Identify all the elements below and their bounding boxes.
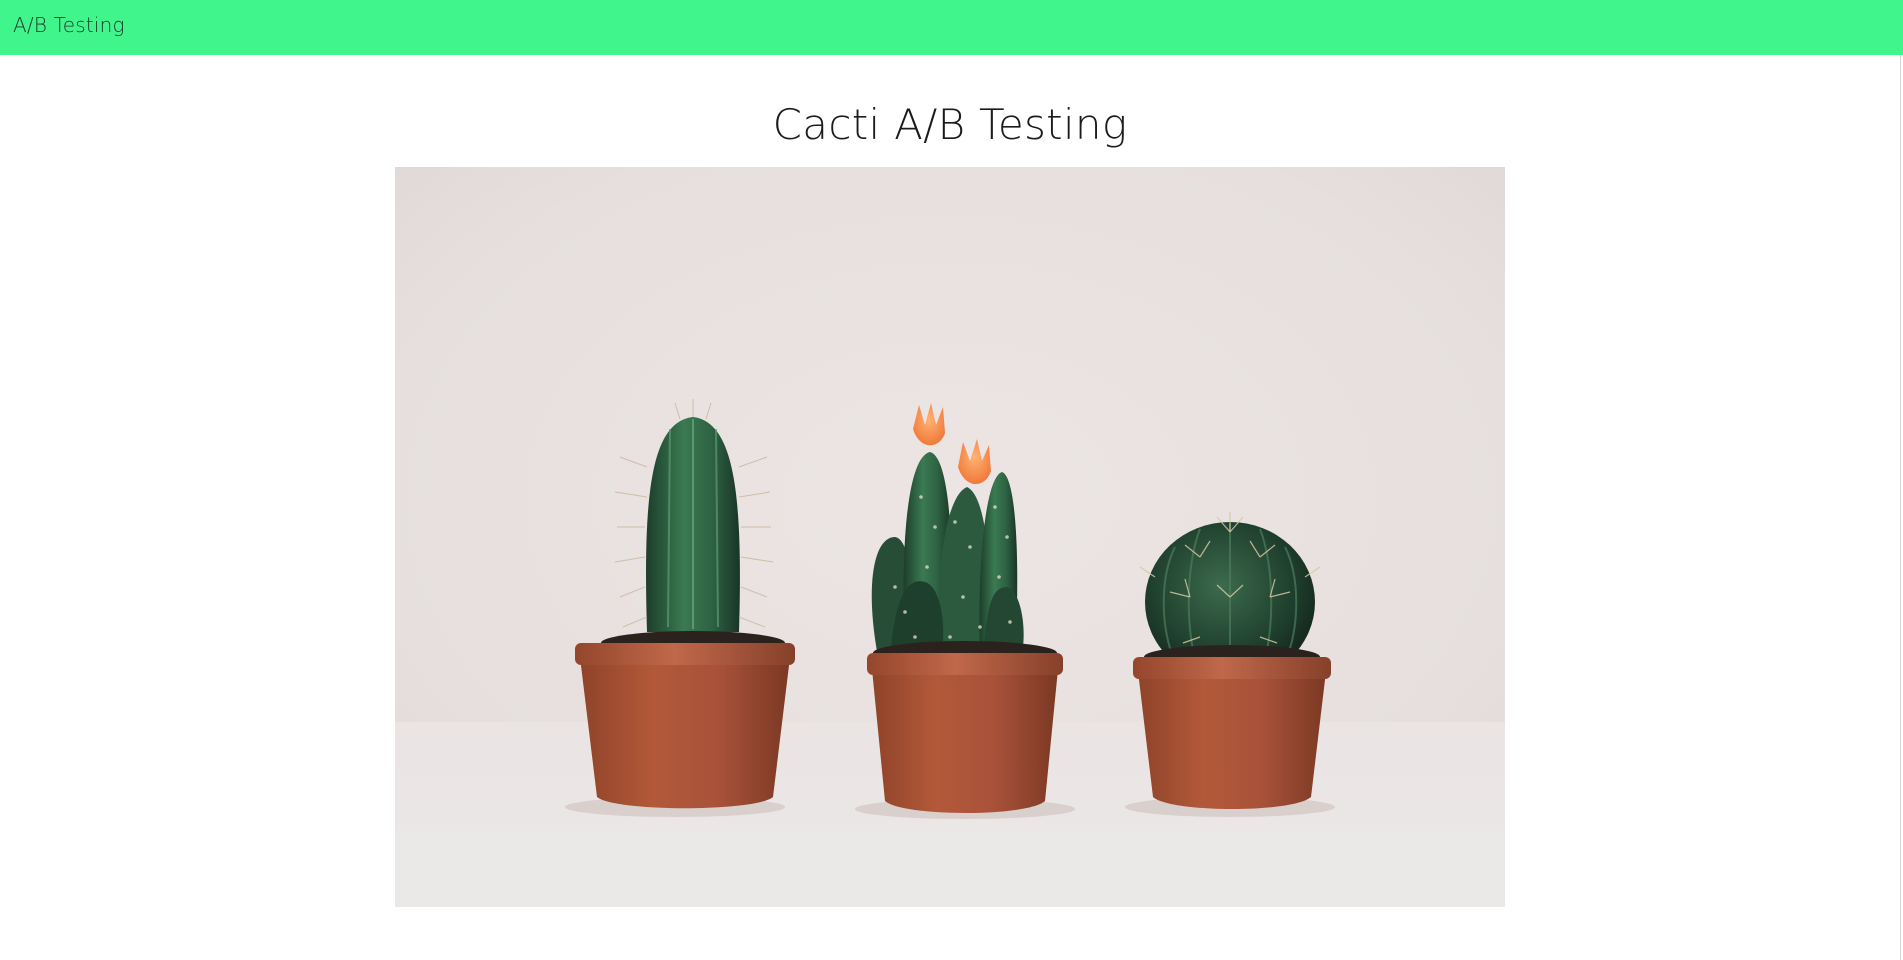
brand-link[interactable]: A/B Testing: [13, 13, 125, 37]
page-edge-divider: [1900, 55, 1901, 960]
pot-3: [1133, 657, 1331, 809]
pot-2: [867, 653, 1063, 813]
page-title: Cacti A/B Testing: [772, 100, 1128, 149]
top-navbar: A/B Testing: [0, 0, 1903, 55]
hero-image: [395, 167, 1505, 907]
pot-1: [575, 643, 795, 809]
